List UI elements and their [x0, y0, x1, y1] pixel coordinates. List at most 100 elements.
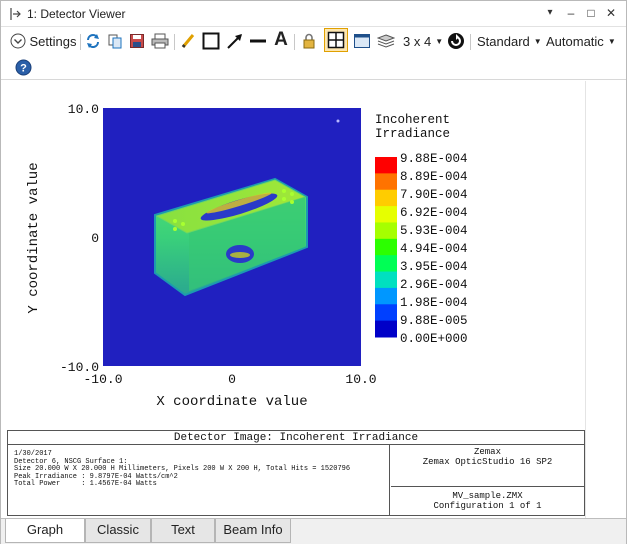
colorbar-swatch: [375, 271, 397, 289]
toolbar-separator: [80, 34, 81, 50]
pencil-icon: [181, 34, 195, 48]
layers-button[interactable]: [376, 30, 396, 52]
colorbar-tick-label: 8.89E-004: [400, 170, 468, 184]
colorbar-tick-label: 9.88E-004: [400, 152, 468, 166]
colorbar-swatch: [375, 255, 397, 273]
rectangle-tool-button[interactable]: [201, 30, 221, 52]
settings-label: Settings: [29, 33, 77, 49]
lock-button[interactable]: [299, 30, 319, 52]
tab-classic[interactable]: Classic: [85, 519, 151, 543]
rotate-button[interactable]: [446, 30, 466, 52]
tab-text[interactable]: Text: [151, 519, 215, 543]
scale-dropdown[interactable]: Automatic ▼: [546, 31, 616, 51]
copy-button[interactable]: [106, 30, 124, 52]
x-tick-label: 10.0: [345, 372, 376, 387]
colorbar-swatch: [375, 157, 397, 174]
save-icon: [130, 34, 144, 48]
layout-label: 3 x 4: [403, 33, 432, 49]
info-title: Detector Image: Incoherent Irradiance: [8, 431, 584, 445]
colorbar-swatch: [375, 304, 397, 322]
help-button[interactable]: ?: [13, 56, 33, 78]
fit-view-icon: [327, 31, 345, 49]
colorbar-swatch: [375, 206, 397, 223]
copy-icon: [108, 34, 122, 49]
scale-label: Automatic: [546, 33, 604, 49]
legend-title-line-2: Irradiance: [375, 127, 450, 141]
arrow-icon: [227, 34, 242, 49]
chevron-down-circle-icon: [10, 33, 25, 49]
right-scroll-area[interactable]: [585, 81, 625, 521]
y-tick-label: 0: [91, 231, 99, 246]
x-tick-label: 0: [228, 372, 236, 387]
colorbar-tick-label: 7.90E-004: [400, 188, 468, 202]
help-icon: ?: [15, 59, 31, 75]
irradiance-heatmap-chart: 10.00-10.0 -10.0 0 10.0 X coordinate value…: [26, 102, 468, 410]
line-tool-button[interactable]: [248, 30, 268, 52]
window-menu-dropdown-icon[interactable]: ▾: [541, 4, 559, 22]
toolbar: Settings A 3 x 4 ▼ Standard ▼ Automatic …: [1, 28, 626, 80]
y-axis-label: Y coordinate value: [26, 162, 42, 313]
close-button[interactable]: ✕: [602, 4, 620, 22]
line-icon: [250, 39, 266, 43]
info-total-power: Total Power : 1.4567E-04 Watts: [14, 480, 157, 489]
arrow-tool-button[interactable]: [225, 30, 245, 52]
pin-icon[interactable]: [9, 7, 21, 21]
tab-beam-info[interactable]: Beam Info: [215, 519, 291, 543]
colorbar-tick-label: 0.00E+000: [400, 332, 468, 346]
lock-icon: [303, 33, 315, 49]
save-button[interactable]: [128, 30, 146, 52]
fit-view-button[interactable]: [324, 28, 348, 52]
layout-dropdown[interactable]: 3 x 4 ▼: [403, 31, 443, 51]
refresh-icon: [87, 34, 99, 48]
colorbar-swatch: [375, 189, 397, 207]
info-details: 1/30/2017 Detector 6, NSCG Surface 1: Si…: [8, 445, 390, 515]
colorbar-tick-label: 6.92E-004: [400, 206, 468, 220]
colorbar-tick-label: 3.95E-004: [400, 260, 468, 274]
info-panel: Detector Image: Incoherent Irradiance 1/…: [7, 430, 585, 516]
colorbar-tick-label: 5.93E-004: [400, 224, 468, 238]
style-dropdown[interactable]: Standard ▼: [477, 31, 542, 51]
text-tool-button[interactable]: A: [271, 29, 291, 51]
info-filename: MV_sample.ZMX: [452, 491, 523, 501]
window-button[interactable]: [352, 30, 372, 52]
colorbar-tick-label: 1.98E-004: [400, 296, 468, 310]
print-button[interactable]: [150, 30, 170, 52]
view-tabs: Graph Classic Text Beam Info: [1, 518, 626, 544]
minimize-button[interactable]: –: [562, 4, 580, 22]
printer-icon: [151, 33, 169, 49]
colorbar-swatch: [375, 238, 397, 256]
colorbar-swatch: [375, 222, 397, 240]
chevron-down-icon: ▼: [533, 36, 542, 46]
colorbar-tick-label: 9.88E-005: [400, 314, 468, 328]
colorbar-tick-label: 4.94E-004: [400, 242, 468, 256]
info-version: Zemax OpticStudio 16 SP2: [422, 457, 553, 467]
info-software: Zemax Zemax OpticStudio 16 SP2: [391, 445, 584, 487]
info-configuration: Configuration 1 of 1: [433, 501, 542, 511]
info-file: MV_sample.ZMX Configuration 1 of 1: [391, 488, 584, 515]
pencil-tool-button[interactable]: [179, 30, 197, 52]
svg-text:?: ?: [20, 62, 27, 74]
colorbar-swatch: [375, 287, 397, 305]
title-bar: 1: Detector Viewer ▾ – □ ✕: [1, 1, 626, 27]
x-tick-label: -10.0: [83, 372, 122, 387]
toolbar-separator: [470, 34, 471, 50]
window-title: 1: Detector Viewer: [27, 7, 126, 21]
toolbar-separator: [174, 34, 175, 50]
rectangle-icon: [202, 32, 220, 50]
rotate-icon: [448, 33, 464, 49]
tab-graph[interactable]: Graph: [5, 519, 85, 543]
refresh-button[interactable]: [84, 30, 102, 52]
colorbar-swatch: [375, 173, 397, 191]
info-vendor: Zemax: [473, 447, 501, 457]
layers-icon: [377, 34, 395, 48]
settings-button[interactable]: Settings: [7, 30, 79, 52]
x-axis-label: X coordinate value: [156, 394, 307, 410]
chevron-down-icon: ▼: [435, 36, 444, 46]
chevron-down-icon: ▼: [607, 36, 616, 46]
restore-button[interactable]: □: [582, 4, 600, 22]
colorbar-tick-label: 2.96E-004: [400, 278, 468, 292]
colorbar-swatch: [375, 320, 397, 338]
plot-area: 10.0 0 -10.0 -10.0 0 10.0 X coordinate value…: [7, 83, 584, 428]
style-label: Standard: [477, 33, 530, 49]
y-tick-label: 10.0: [68, 102, 99, 117]
